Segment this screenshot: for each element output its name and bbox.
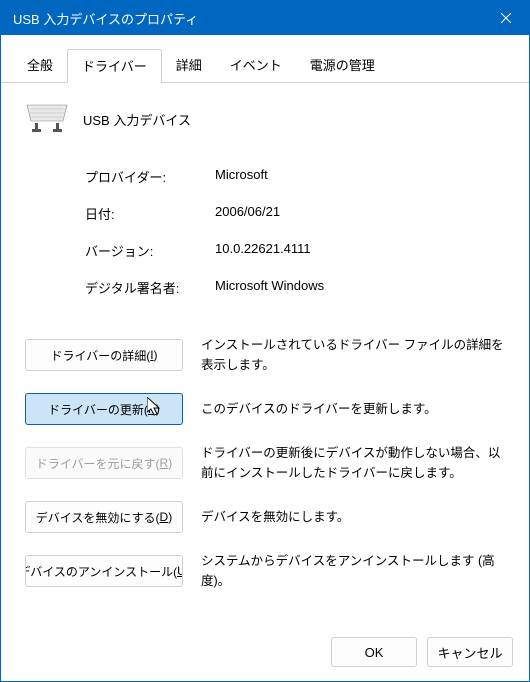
close-button[interactable] (483, 1, 529, 35)
disable-device-desc: デバイスを無効にします。 (201, 507, 505, 527)
update-driver-button[interactable]: ドライバーの更新(P) (25, 393, 183, 425)
keyboard-icon (25, 101, 69, 137)
rollback-driver-button: ドライバーを元に戻す(R) (25, 447, 183, 479)
update-driver-desc: このデバイスのドライバーを更新します。 (201, 399, 505, 419)
tab-details[interactable]: 詳細 (162, 49, 216, 82)
date-label: 日付: (85, 204, 215, 223)
signer-row: デジタル署名者: Microsoft Windows (85, 278, 505, 297)
date-value: 2006/06/21 (215, 204, 280, 223)
device-name: USB 入力デバイス (83, 110, 191, 129)
driver-details-desc: インストールされているドライバー ファイルの詳細を表示します。 (201, 335, 505, 375)
tab-body-driver: USB 入力デバイス プロバイダー: Microsoft 日付: 2006/06… (1, 83, 529, 627)
provider-value: Microsoft (215, 167, 268, 186)
properties-dialog: USB 入力デバイスのプロパティ 全般 ドライバー 詳細 イベント 電源の管理 (0, 0, 530, 682)
device-header: USB 入力デバイス (25, 101, 505, 137)
tab-general[interactable]: 全般 (13, 49, 67, 82)
cancel-button[interactable]: キャンセル (427, 637, 513, 667)
tab-events[interactable]: イベント (216, 49, 296, 82)
version-label: バージョン: (85, 241, 215, 260)
date-row: 日付: 2006/06/21 (85, 204, 505, 223)
update-driver-row: ドライバーの更新(P) このデバイスのドライバーを更新します。 (25, 393, 505, 425)
tab-driver[interactable]: ドライバー (67, 49, 162, 83)
signer-label: デジタル署名者: (85, 278, 215, 297)
provider-label: プロバイダー: (85, 167, 215, 186)
driver-details-button[interactable]: ドライバーの詳細(I) (25, 339, 183, 371)
tab-power[interactable]: 電源の管理 (296, 49, 389, 82)
rollback-driver-row: ドライバーを元に戻す(R) ドライバーの更新後にデバイスが動作しない場合、以前に… (25, 443, 505, 483)
version-value: 10.0.22621.4111 (215, 241, 311, 260)
window-title: USB 入力デバイスのプロパティ (13, 9, 198, 28)
close-icon (501, 13, 511, 23)
tab-strip: 全般 ドライバー 詳細 イベント 電源の管理 (1, 35, 529, 83)
disable-device-button[interactable]: デバイスを無効にする(D) (25, 501, 183, 533)
dialog-footer: OK キャンセル (1, 627, 529, 681)
rollback-driver-desc: ドライバーの更新後にデバイスが動作しない場合、以前にインストールしたドライバーに… (201, 443, 505, 483)
driver-details-row: ドライバーの詳細(I) インストールされているドライバー ファイルの詳細を表示し… (25, 335, 505, 375)
provider-row: プロバイダー: Microsoft (85, 167, 505, 186)
uninstall-device-desc: システムからデバイスをアンインストールします (高度)。 (201, 551, 505, 591)
disable-device-row: デバイスを無効にする(D) デバイスを無効にします。 (25, 501, 505, 533)
content-area: 全般 ドライバー 詳細 イベント 電源の管理 USB 入力デバイス (1, 35, 529, 681)
ok-button[interactable]: OK (331, 637, 417, 667)
uninstall-device-button[interactable]: デバイスのアンインストール(U) (25, 555, 183, 587)
titlebar: USB 入力デバイスのプロパティ (1, 1, 529, 35)
uninstall-device-row: デバイスのアンインストール(U) システムからデバイスをアンインストールします … (25, 551, 505, 591)
driver-info-table: プロバイダー: Microsoft 日付: 2006/06/21 バージョン: … (85, 167, 505, 315)
version-row: バージョン: 10.0.22621.4111 (85, 241, 505, 260)
actions-list: ドライバーの詳細(I) インストールされているドライバー ファイルの詳細を表示し… (25, 335, 505, 591)
signer-value: Microsoft Windows (215, 278, 324, 297)
